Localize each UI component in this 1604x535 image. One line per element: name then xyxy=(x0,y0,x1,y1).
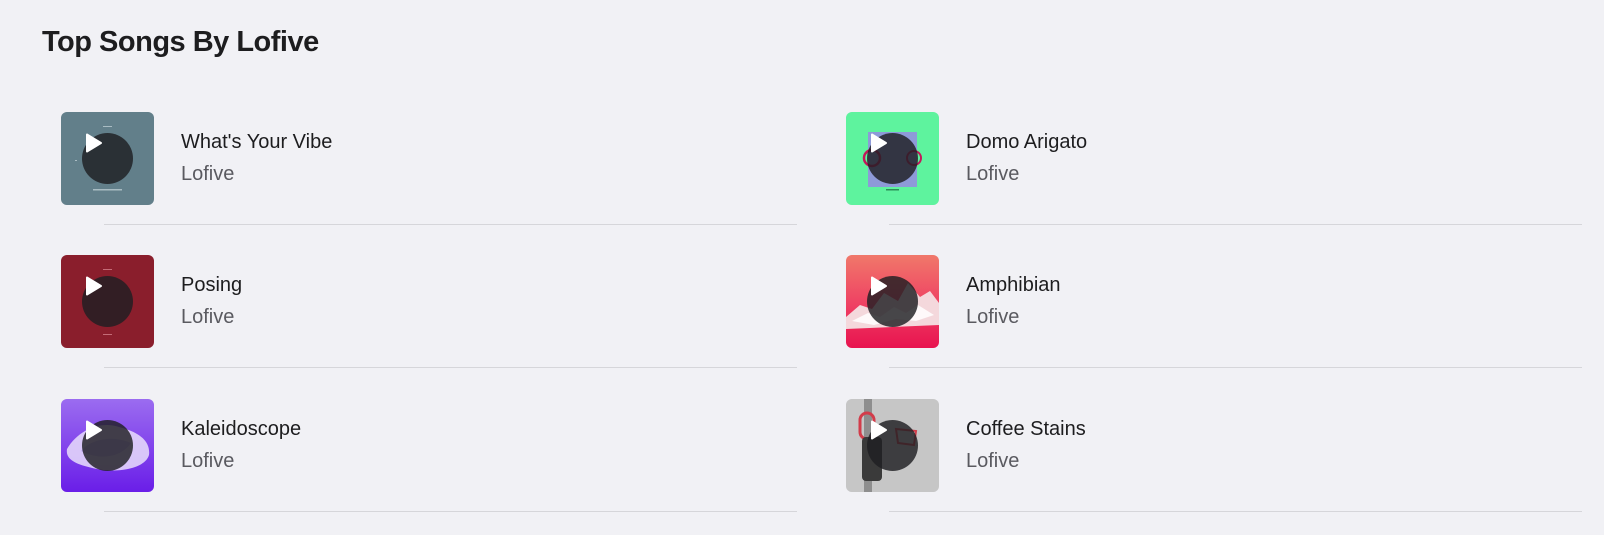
row-divider xyxy=(104,511,797,512)
song-artwork xyxy=(61,399,154,492)
row-divider xyxy=(889,367,1582,368)
song-item[interactable]: Domo Arigato Lofive xyxy=(846,112,1586,255)
song-artwork xyxy=(846,399,939,492)
row-divider xyxy=(889,511,1582,512)
song-title[interactable]: Domo Arigato xyxy=(966,131,1087,154)
song-title[interactable]: Coffee Stains xyxy=(966,418,1086,441)
song-title[interactable]: Posing xyxy=(181,274,242,297)
song-artist[interactable]: Lofive xyxy=(181,163,234,186)
top-songs-page: Top Songs By Lofive What's Your Vibe Lof… xyxy=(0,0,1604,535)
song-artist[interactable]: Lofive xyxy=(181,306,234,329)
play-icon xyxy=(871,420,887,440)
play-button[interactable] xyxy=(867,420,918,471)
play-button[interactable] xyxy=(82,133,133,184)
play-button[interactable] xyxy=(867,133,918,184)
play-icon xyxy=(86,276,102,296)
row-divider xyxy=(104,367,797,368)
song-item[interactable]: Posing Lofive xyxy=(61,255,801,398)
play-icon xyxy=(871,133,887,153)
song-title[interactable]: Kaleidoscope xyxy=(181,418,301,441)
section-title: Top Songs By Lofive xyxy=(42,26,319,58)
play-icon xyxy=(871,276,887,296)
play-button[interactable] xyxy=(867,276,918,327)
row-divider xyxy=(104,224,797,225)
song-item[interactable]: What's Your Vibe Lofive xyxy=(61,112,801,255)
song-artist[interactable]: Lofive xyxy=(181,450,234,473)
row-divider xyxy=(889,224,1582,225)
song-artist[interactable]: Lofive xyxy=(966,450,1019,473)
play-button[interactable] xyxy=(82,420,133,471)
song-artist[interactable]: Lofive xyxy=(966,163,1019,186)
song-title[interactable]: Amphibian xyxy=(966,274,1061,297)
song-item[interactable]: Coffee Stains Lofive xyxy=(846,399,1586,535)
song-item[interactable]: Amphibian Lofive xyxy=(846,255,1586,398)
play-button[interactable] xyxy=(82,276,133,327)
song-artwork xyxy=(846,112,939,205)
play-icon xyxy=(86,133,102,153)
song-artwork xyxy=(61,112,154,205)
song-title[interactable]: What's Your Vibe xyxy=(181,131,332,154)
song-item[interactable]: Kaleidoscope Lofive xyxy=(61,399,801,535)
play-icon xyxy=(86,420,102,440)
song-artist[interactable]: Lofive xyxy=(966,306,1019,329)
song-artwork xyxy=(846,255,939,348)
song-artwork xyxy=(61,255,154,348)
